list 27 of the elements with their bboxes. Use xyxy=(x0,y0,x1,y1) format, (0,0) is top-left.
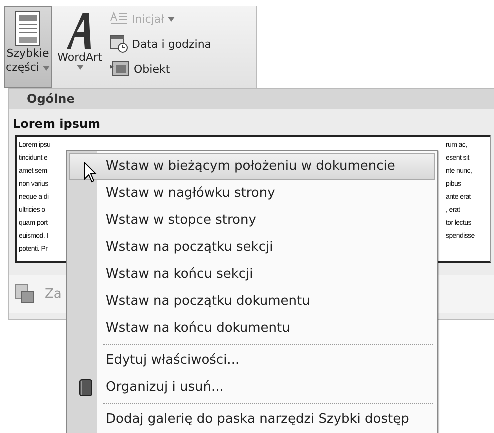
dropcap-icon xyxy=(110,11,128,27)
menu-item[interactable]: Wstaw na początku dokumentu xyxy=(69,288,435,315)
quick-parts-button[interactable]: Szybkie części xyxy=(4,6,52,88)
caret-icon xyxy=(42,66,50,71)
book-icon xyxy=(79,378,93,396)
document-parts-icon xyxy=(15,11,41,47)
save-to-gallery-icon[interactable] xyxy=(15,284,35,304)
datetime-button[interactable]: Data i godzina xyxy=(108,33,214,55)
object-icon xyxy=(110,61,130,77)
menu-item[interactable]: Wstaw na początku sekcji xyxy=(69,234,435,261)
mouse-pointer-icon xyxy=(84,162,98,184)
category-header: Ogólne xyxy=(9,89,494,109)
calendar-clock-icon xyxy=(110,35,128,53)
caret-icon xyxy=(168,16,176,22)
wordart-button[interactable]: WordArt xyxy=(54,6,106,88)
menu-item[interactable]: Wstaw na końcu dokumentu xyxy=(69,315,435,342)
footer-text: Za xyxy=(45,286,62,302)
menu-item[interactable]: Dodaj galerię do paska narzędzi Szybki dostęp xyxy=(69,406,435,433)
menu-item[interactable]: Organizuj i usuń... xyxy=(69,374,435,401)
menu-item[interactable]: Edytuj właściwości... xyxy=(69,347,435,374)
object-button[interactable]: Obiekt xyxy=(108,58,214,80)
menu-item[interactable]: Wstaw na końcu sekcji xyxy=(69,261,435,288)
menu-item[interactable]: Wstaw w nagłówku strony xyxy=(69,180,435,207)
entry-title: Lorem ipsum xyxy=(12,116,102,133)
caret-icon xyxy=(76,65,84,70)
menu-item[interactable]: Wstaw w bieżącym położeniu w dokumencie xyxy=(69,153,435,180)
menu-item[interactable]: Wstaw w stopce strony xyxy=(69,207,435,234)
